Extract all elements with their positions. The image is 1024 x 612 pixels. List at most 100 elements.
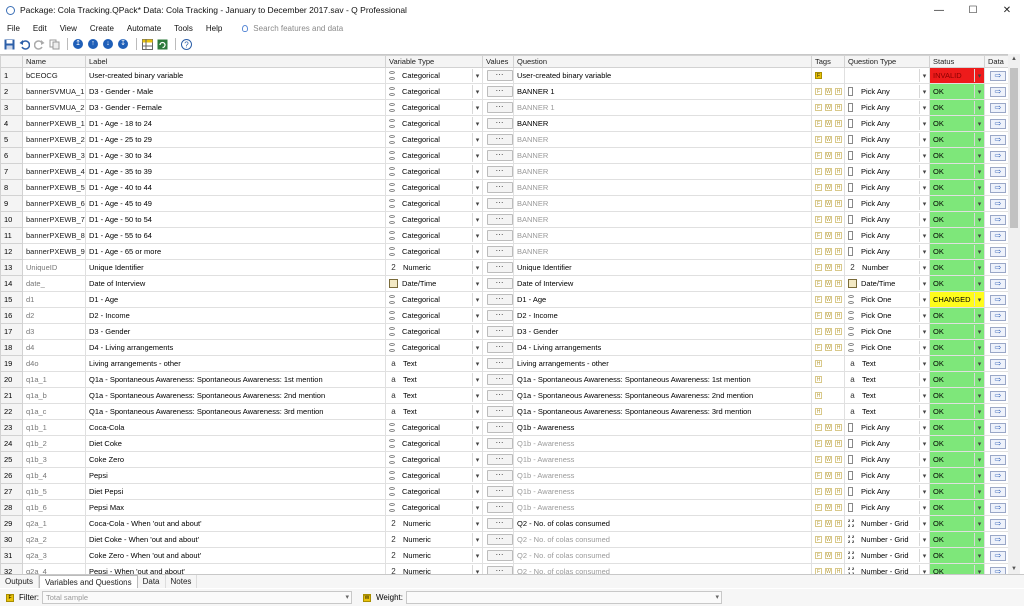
variable-name[interactable]: q1a_c [22,403,86,420]
variable-name[interactable]: q2a_4 [22,563,86,574]
question-name[interactable]: Date of Interview [513,275,812,292]
arrow-right-icon[interactable]: ⇨ [990,422,1006,433]
chevron-down-icon[interactable]: ▾ [919,213,929,226]
values-button[interactable]: ··· [486,422,513,433]
arrow-right-icon[interactable]: ⇨ [990,486,1006,497]
question-type-cell[interactable]: a Text ▾ [844,355,930,372]
variable-name[interactable]: bannerPXEWB_9 [22,243,86,260]
question-type-cell[interactable]: Pick Any ▾ [844,163,930,180]
variable-label[interactable]: Living arrangements - other [85,355,386,372]
menu-view[interactable]: View [53,24,83,33]
tag-h-icon[interactable]: H [835,328,842,335]
arrow-right-icon[interactable]: ⇨ [990,214,1006,225]
values-button[interactable]: ··· [486,118,513,129]
tag-w-icon[interactable]: W [825,344,832,351]
values-button[interactable]: ··· [486,502,513,513]
values-button[interactable]: ··· [486,262,513,273]
chevron-down-icon[interactable]: ▾ [472,325,482,338]
question-name[interactable]: Unique Identifier [513,259,812,276]
question-type-cell[interactable]: Pick Any ▾ [844,451,930,468]
tag-h-icon[interactable]: H [835,456,842,463]
table-row[interactable]: 15 d1 D1 - Age Categorical ▾ ··· D1 - Age F W H Pi… [0,291,1008,308]
variable-type-cell[interactable]: 2 Numeric ▾ [385,563,483,574]
header-data[interactable]: Data [984,55,1008,68]
table-row[interactable]: 12 bannerPXEWB_9 D1 - Age - 65 or more Cate… [0,243,1008,260]
values-button[interactable]: ··· [486,134,513,145]
table-row[interactable]: 25 q1b_3 Coke Zero Categorical ▾ ··· Q1b - Awa… [0,451,1008,468]
question-name[interactable]: BANNER [513,227,812,244]
variable-name[interactable]: bannerSVMUA_1 [22,83,86,100]
tag-h-icon[interactable]: H [835,264,842,271]
variable-type-cell[interactable]: Categorical ▾ [385,99,483,116]
question-name[interactable]: Q1b - Awareness [513,499,812,516]
question-type-cell[interactable]: Pick Any ▾ [844,467,930,484]
variable-name[interactable]: d4o [22,355,86,372]
tag-h-icon[interactable]: H [835,168,842,175]
variable-type-cell[interactable]: a Text ▾ [385,355,483,372]
chevron-down-icon[interactable]: ▾ [472,437,482,450]
status-cell[interactable]: OK ▾ [929,483,985,500]
status-cell[interactable]: OK ▾ [929,115,985,132]
question-name[interactable]: Q1a - Spontaneous Awareness: Spontaneous… [513,403,812,420]
values-button[interactable]: ··· [486,438,513,449]
chevron-down-icon[interactable]: ▾ [919,517,929,530]
question-name[interactable]: D4 - Living arrangements [513,339,812,356]
chevron-down-icon[interactable]: ▾ [974,85,984,98]
tag-f-icon[interactable]: F [815,488,822,495]
chevron-down-icon[interactable]: ▾ [472,117,482,130]
chevron-down-icon[interactable]: ▾ [472,533,482,546]
question-name[interactable]: BANNER [513,131,812,148]
table-row[interactable]: 27 q1b_5 Diet Pepsi Categorical ▾ ··· Q1b - Aw… [0,483,1008,500]
table-row[interactable]: 4 bannerPXEWB_1 D1 - Age - 18 to 24 Categor… [0,115,1008,132]
table-row[interactable]: 26 q1b_4 Pepsi Categorical ▾ ··· Q1b - Awarene… [0,467,1008,484]
chevron-down-icon[interactable]: ▾ [974,549,984,562]
table-row[interactable]: 13 UniqueID Unique Identifier 2 Numeric ▾ ··· U… [0,259,1008,276]
values-button[interactable]: ··· [486,166,513,177]
question-name[interactable]: Q2 - No. of colas consumed [513,515,812,532]
chevron-down-icon[interactable]: ▾ [919,469,929,482]
question-type-cell[interactable]: Pick Any ▾ [844,435,930,452]
chevron-down-icon[interactable]: ▾ [472,501,482,514]
variable-label[interactable]: D1 - Age - 40 to 44 [85,179,386,196]
chevron-down-icon[interactable]: ▾ [919,565,929,574]
status-cell[interactable]: OK ▾ [929,547,985,564]
table-icon[interactable] [141,38,153,50]
chevron-down-icon[interactable]: ▾ [919,69,929,82]
values-button[interactable]: ··· [486,374,513,385]
tag-h-icon[interactable]: H [835,552,842,559]
question-name[interactable]: BANNER [513,163,812,180]
tag-f-icon[interactable]: F [815,504,822,511]
scroll-down-icon[interactable]: ▼ [1008,564,1020,574]
question-name[interactable]: BANNER [513,147,812,164]
variable-name[interactable]: q1b_3 [22,451,86,468]
chevron-down-icon[interactable]: ▾ [919,117,929,130]
table-row[interactable]: 1 bCEOCG User-created binary variable Categ… [0,67,1008,84]
tag-w-icon[interactable]: W [825,424,832,431]
variable-type-cell[interactable]: Categorical ▾ [385,243,483,260]
tag-f-icon[interactable]: F [815,472,822,479]
question-type-cell[interactable]: 2 2 2 2 Number - Grid ▾ [844,531,930,548]
header-question-type[interactable]: Question Type [844,55,930,68]
status-cell[interactable]: OK ▾ [929,211,985,228]
tag-h-icon[interactable]: H [835,104,842,111]
feature-search[interactable]: Search features and data [242,24,343,33]
tag-h-icon[interactable]: H [835,120,842,127]
variable-name[interactable]: bannerPXEWB_4 [22,163,86,180]
tag-h-icon[interactable]: H [815,360,822,367]
variable-type-cell[interactable]: Date/Time ▾ [385,275,483,292]
chevron-down-icon[interactable]: ▾ [472,213,482,226]
tag-f-icon[interactable]: F [815,552,822,559]
status-cell[interactable]: OK ▾ [929,83,985,100]
variable-name[interactable]: q1a_b [22,387,86,404]
tag-h-icon[interactable]: H [835,152,842,159]
question-name[interactable]: BANNER [513,179,812,196]
chevron-down-icon[interactable]: ▾ [919,181,929,194]
variable-type-cell[interactable]: a Text ▾ [385,403,483,420]
question-type-cell[interactable]: Pick Any ▾ [844,227,930,244]
question-type-cell[interactable]: Pick Any ▾ [844,83,930,100]
tag-f-icon[interactable]: F [815,264,822,271]
table-row[interactable]: 20 q1a_1 Q1a - Spontaneous Awareness: Spon… [0,371,1008,388]
arrow-right-icon[interactable]: ⇨ [990,502,1006,513]
chevron-down-icon[interactable]: ▾ [472,85,482,98]
tag-f-icon[interactable]: F [815,104,822,111]
